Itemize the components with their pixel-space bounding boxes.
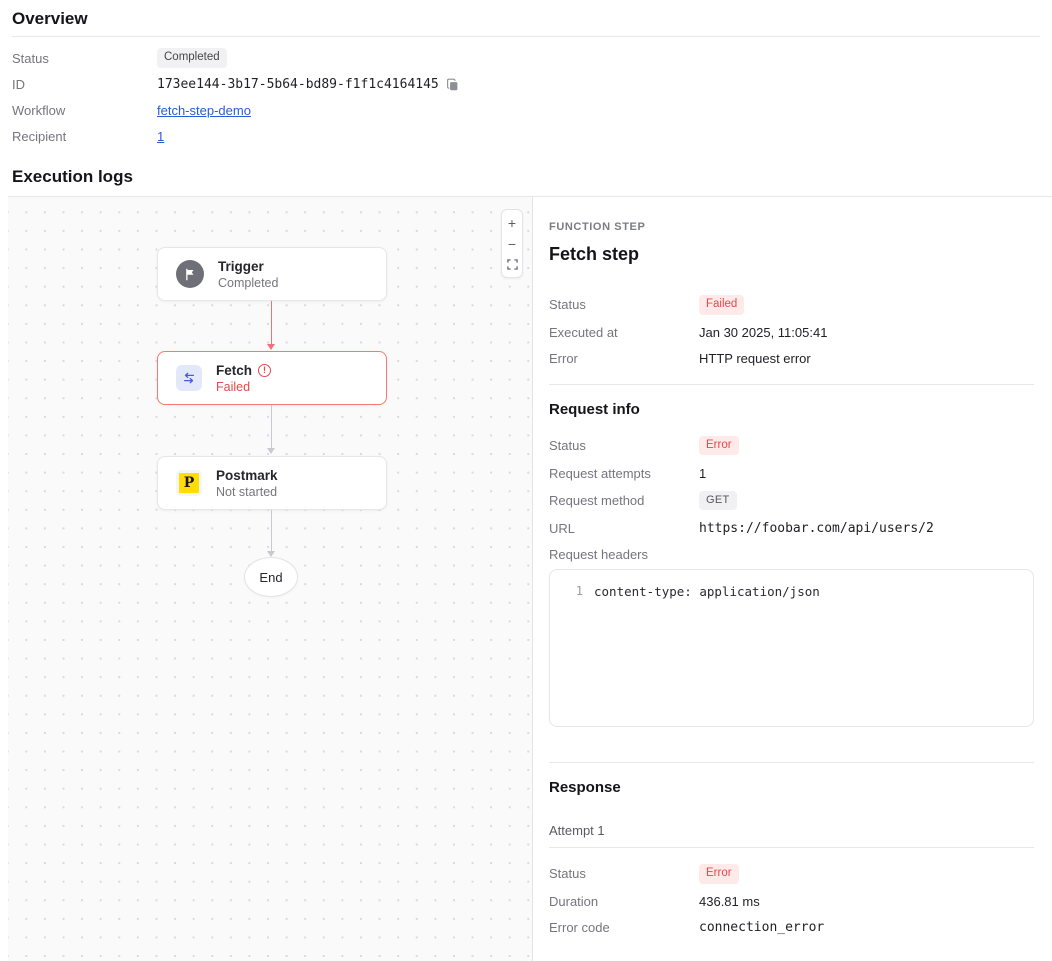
divider [12, 36, 1040, 37]
step-detail-panel: FUNCTION STEP Fetch step Status Failed E… [533, 197, 1052, 961]
recipient-link[interactable]: 1 [157, 129, 164, 144]
workflow-canvas[interactable]: + − Trigger Completed Fetch [8, 197, 533, 961]
recipient-label: Recipient [12, 129, 157, 144]
executed-at-label: Executed at [549, 325, 699, 340]
flag-icon [176, 260, 204, 288]
divider [549, 762, 1034, 763]
request-headers-row: Request headers [549, 546, 1034, 562]
step-status-badge: Failed [699, 295, 744, 315]
arrowhead [267, 448, 275, 454]
status-label: Status [549, 297, 699, 312]
fit-view-icon [507, 259, 518, 270]
workflow-link[interactable]: fetch-step-demo [157, 103, 251, 118]
request-headers-code-block[interactable]: 1 content-type: application/json [549, 569, 1034, 727]
status-badge: Completed [157, 48, 227, 68]
duration-label: Duration [549, 894, 699, 909]
code-line: 1 content-type: application/json [550, 583, 1033, 600]
error-label: Error [549, 351, 699, 366]
zoom-in-button[interactable]: + [502, 212, 522, 233]
zoom-out-button[interactable]: − [502, 233, 522, 254]
request-info-title: Request info [549, 401, 1034, 418]
request-attempts-row: Request attempts 1 [549, 465, 1034, 481]
arrowhead [267, 344, 275, 350]
copy-icon[interactable] [446, 78, 459, 91]
execution-logs-body: + − Trigger Completed Fetch [8, 196, 1052, 961]
error-warning-icon: ! [258, 364, 271, 377]
request-attempts-value: 1 [699, 466, 706, 481]
request-status-row: Status Error [549, 436, 1034, 456]
status-label: Status [549, 438, 699, 453]
error-code-value: connection_error [699, 920, 824, 935]
overview-status-row: Status Completed [12, 45, 1040, 71]
request-method-label: Request method [549, 493, 699, 508]
error-row: Error HTTP request error [549, 351, 1034, 367]
trigger-node-status: Completed [218, 276, 278, 290]
url-row: URL https://foobar.com/api/users/2 [549, 520, 1034, 536]
fetch-node-status: Failed [216, 380, 271, 394]
status-label: Status [549, 866, 699, 881]
duration-value: 436.81 ms [699, 894, 760, 909]
url-label: URL [549, 521, 699, 536]
url-value: https://foobar.com/api/users/2 [699, 521, 934, 536]
overview-title: Overview [12, 0, 1040, 36]
step-type-label: FUNCTION STEP [549, 221, 1034, 233]
trigger-node-title: Trigger [218, 259, 278, 274]
response-status-row: Status Error [549, 864, 1034, 884]
transaction-id: 173ee144-3b17-5b64-bd89-f1f1c4164145 [157, 77, 439, 92]
end-node[interactable]: End [244, 557, 298, 597]
response-title: Response [549, 779, 1034, 796]
postmark-logo-icon: P [176, 470, 202, 496]
canvas-zoom-controls: + − [501, 209, 523, 278]
postmark-node-status: Not started [216, 485, 278, 499]
divider [549, 384, 1034, 385]
overview-section: Overview Status Completed ID 173ee144-3b… [0, 0, 1052, 149]
step-summary-rows: Status Failed Executed at Jan 30 2025, 1… [549, 295, 1034, 367]
postmark-logo-letter: P [179, 473, 199, 493]
postmark-node[interactable]: P Postmark Not started [157, 456, 387, 510]
request-info-rows: Status Error Request attempts 1 Request … [549, 436, 1034, 563]
fit-view-button[interactable] [502, 254, 522, 275]
overview-rows: Status Completed ID 173ee144-3b17-5b64-b… [12, 45, 1040, 149]
line-number: 1 [550, 583, 594, 600]
duration-row: Duration 436.81 ms [549, 894, 1034, 910]
request-status-badge: Error [699, 436, 739, 456]
overview-workflow-row: Workflow fetch-step-demo [12, 97, 1040, 123]
swap-arrows-icon [176, 365, 202, 391]
attempt-label: Attempt 1 [549, 823, 1034, 838]
edge-fetch-postmark [271, 405, 273, 449]
error-value: HTTP request error [699, 351, 811, 366]
executed-at-row: Executed at Jan 30 2025, 11:05:41 [549, 325, 1034, 341]
error-code-row: Error code connection_error [549, 920, 1034, 936]
fetch-node[interactable]: Fetch ! Failed [157, 351, 387, 405]
response-rows: Status Error Duration 436.81 ms Error co… [549, 864, 1034, 936]
error-code-label: Error code [549, 920, 699, 935]
request-headers-label: Request headers [549, 547, 699, 562]
edge-trigger-fetch [271, 301, 273, 345]
request-method-badge: GET [699, 491, 737, 510]
execution-logs-title: Execution logs [12, 167, 1040, 187]
request-method-row: Request method GET [549, 491, 1034, 510]
edge-postmark-end [271, 510, 273, 552]
fetch-node-title: Fetch [216, 363, 252, 378]
response-status-badge: Error [699, 864, 739, 884]
code-content: content-type: application/json [594, 583, 820, 600]
request-attempts-label: Request attempts [549, 466, 699, 481]
trigger-node[interactable]: Trigger Completed [157, 247, 387, 301]
id-label: ID [12, 77, 157, 92]
workflow-label: Workflow [12, 103, 157, 118]
status-label: Status [12, 51, 157, 66]
executed-at-value: Jan 30 2025, 11:05:41 [699, 325, 827, 340]
postmark-node-title: Postmark [216, 468, 278, 483]
step-title: Fetch step [549, 244, 1034, 265]
divider [549, 847, 1034, 848]
overview-recipient-row: Recipient 1 [12, 123, 1040, 149]
overview-id-row: ID 173ee144-3b17-5b64-bd89-f1f1c4164145 [12, 71, 1040, 97]
step-status-row: Status Failed [549, 295, 1034, 315]
